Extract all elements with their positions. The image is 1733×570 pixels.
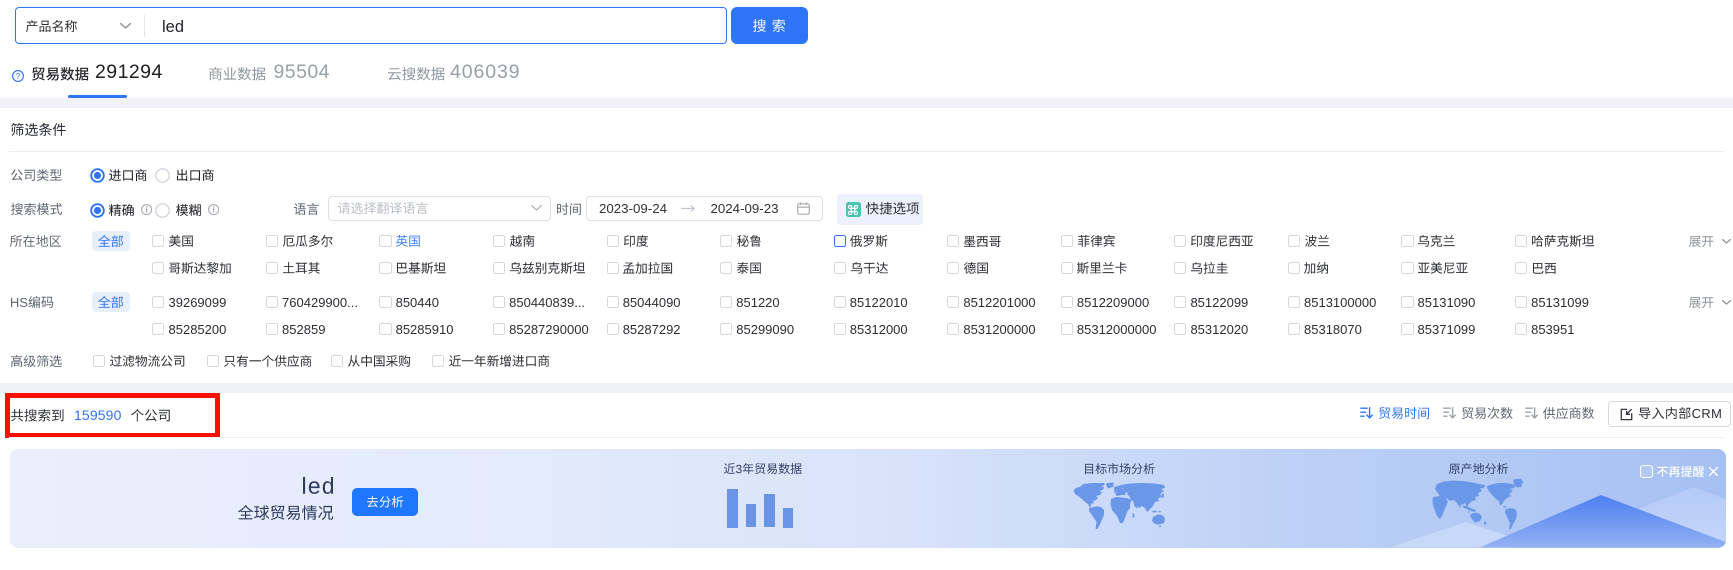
svg-text:?: ? (16, 71, 21, 80)
